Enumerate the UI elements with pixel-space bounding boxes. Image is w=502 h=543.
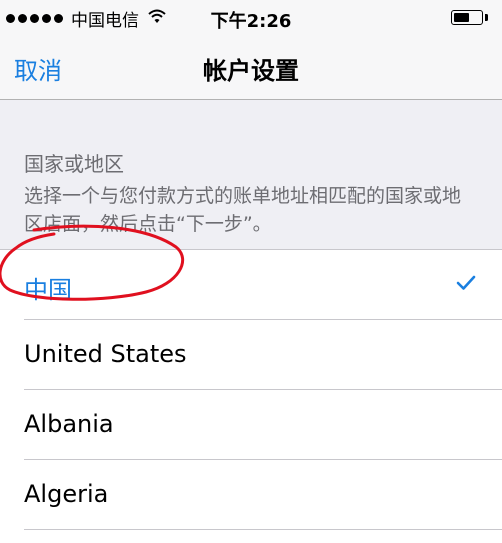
country-list: 中国 United States Albania Algeria — [0, 249, 502, 543]
country-label: United States — [24, 340, 187, 368]
status-time: 下午2:26 — [210, 11, 292, 32]
battery-fill — [454, 13, 469, 22]
navigation-bar: 取消 帐户设置 — [0, 36, 502, 100]
country-label: 中国 — [24, 276, 72, 304]
section-description: 选择一个与您付款方式的账单地址相匹配的国家或地区店面，然后点击“下一步”。 — [24, 185, 462, 235]
country-label: Algeria — [24, 480, 109, 508]
country-label: Albania — [24, 410, 114, 438]
battery-icon — [451, 10, 483, 25]
country-row-albania[interactable]: Albania — [24, 390, 502, 460]
section-header: 国家或地区 — [24, 152, 124, 176]
country-row-united-states[interactable]: United States — [24, 320, 502, 390]
country-row-china[interactable]: 中国 — [24, 250, 502, 320]
checkmark-icon — [456, 275, 476, 295]
page-title: 帐户设置 — [203, 57, 299, 85]
battery-tip — [485, 14, 488, 21]
status-bar: 中国电信 下午2:26 — [0, 0, 502, 36]
country-row-algeria[interactable]: Algeria — [24, 460, 502, 530]
